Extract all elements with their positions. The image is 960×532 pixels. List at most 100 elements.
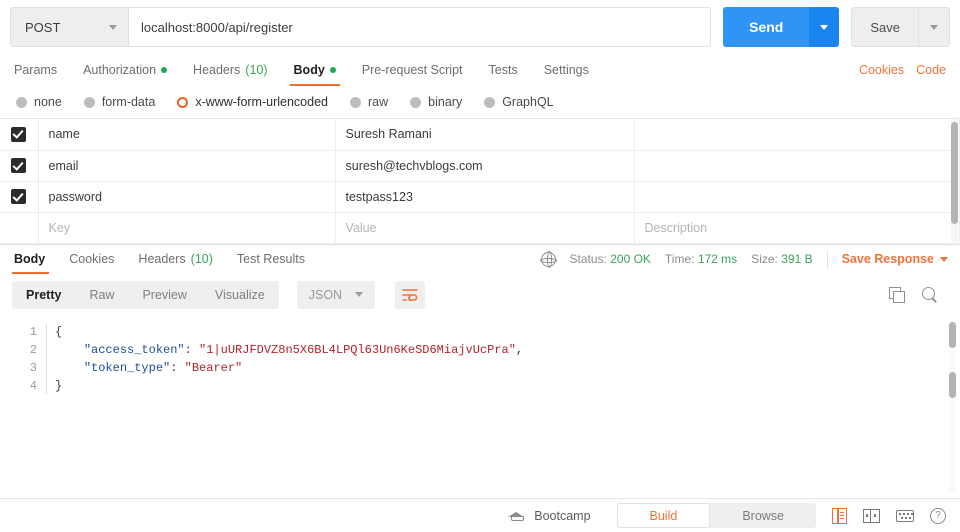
bootcamp-button[interactable]: Bootcamp: [508, 509, 591, 523]
tab-settings[interactable]: Settings: [531, 54, 602, 86]
table-scrollbar-thumb[interactable]: [951, 122, 958, 224]
checkbox-checked-icon[interactable]: [11, 158, 27, 174]
table-row[interactable]: email suresh@techvblogs.com: [0, 150, 960, 182]
tab-params[interactable]: Params: [12, 54, 70, 86]
save-button[interactable]: Save: [851, 7, 918, 47]
response-scrollbar-thumb-bottom[interactable]: [949, 371, 956, 398]
code-line: "token_type": "Bearer": [55, 359, 960, 377]
row-checkbox-cell[interactable]: [0, 150, 39, 182]
row-key-cell[interactable]: email: [38, 150, 336, 182]
tab-label: Params: [14, 63, 58, 77]
row-value-cell[interactable]: Suresh Ramani: [335, 119, 635, 151]
response-tab-body[interactable]: Body: [12, 244, 57, 274]
send-button[interactable]: Send: [723, 7, 810, 47]
response-tab-headers[interactable]: Headers (10): [126, 244, 224, 274]
view-mode-raw[interactable]: Raw: [75, 281, 128, 309]
code-link[interactable]: Code: [916, 63, 946, 77]
time-info: Time: 172 ms: [665, 252, 737, 266]
table-row[interactable]: name Suresh Ramani: [0, 119, 960, 151]
send-options-button[interactable]: [809, 7, 840, 47]
tab-label: Authorization: [83, 63, 157, 77]
response-body-viewer[interactable]: 1 2 3 4 { "access_token": "1|uURJFDVZ8n5…: [0, 315, 960, 498]
body-type-form-data[interactable]: form-data: [83, 95, 156, 109]
postman-window: POST Send Save Params Authorization Head…: [0, 0, 960, 532]
radio-label: none: [34, 95, 62, 109]
radio-icon: [350, 96, 361, 108]
tab-body[interactable]: Body: [281, 54, 349, 86]
table-row-empty[interactable]: Key Value Description: [0, 212, 960, 244]
help-icon[interactable]: ?: [930, 507, 946, 524]
checkbox-checked-icon[interactable]: [11, 126, 27, 142]
code-token: "Bearer": [184, 360, 243, 375]
copy-icon[interactable]: [889, 287, 905, 303]
tab-count-badge: (10): [190, 252, 213, 266]
row-value-cell[interactable]: testpass123: [335, 181, 635, 213]
body-type-urlencoded[interactable]: x-www-form-urlencoded: [177, 95, 328, 109]
time-label: Time:: [664, 252, 695, 266]
view-mode-visualize[interactable]: Visualize: [201, 281, 279, 309]
cookies-link[interactable]: Cookies: [859, 63, 904, 77]
table-row[interactable]: password testpass123: [0, 181, 960, 213]
code-token: :: [170, 360, 185, 375]
word-wrap-icon: [402, 288, 418, 301]
split-pane-icon[interactable]: [863, 508, 880, 523]
response-scrollbar-thumb-top[interactable]: [949, 321, 956, 348]
new-key-input[interactable]: Key: [38, 212, 336, 244]
body-type-none[interactable]: none: [16, 95, 62, 109]
response-view-mode-group: Pretty Raw Preview Visualize: [12, 280, 279, 309]
row-checkbox-cell[interactable]: [0, 119, 39, 151]
row-checkbox-cell[interactable]: [0, 181, 39, 213]
response-tabs-bar: Body Cookies Headers (10) Test Results S…: [0, 243, 960, 274]
code-line: "access_token": "1|uURJFDVZ8n5X6BL4LPQl6…: [55, 341, 960, 359]
tab-tests[interactable]: Tests: [476, 54, 531, 86]
chevron-down-icon: [820, 24, 829, 30]
body-type-radio-group: none form-data x-www-form-urlencoded raw…: [0, 86, 960, 118]
tab-label: Headers: [193, 63, 241, 77]
row-description-cell[interactable]: [634, 181, 960, 213]
code-token: "access_token": [83, 342, 185, 357]
search-icon[interactable]: [922, 286, 938, 303]
globe-icon[interactable]: [540, 251, 558, 269]
size-value: 391 B: [781, 252, 813, 266]
view-mode-pretty[interactable]: Pretty: [12, 281, 75, 309]
save-options-button[interactable]: [918, 7, 950, 47]
tab-label: Headers: [138, 252, 186, 266]
response-format-dropdown[interactable]: JSON: [296, 280, 376, 309]
body-type-graphql[interactable]: GraphQL: [484, 95, 554, 109]
checkbox-checked-icon[interactable]: [11, 189, 27, 205]
body-type-raw[interactable]: raw: [350, 95, 388, 109]
response-format-label: JSON: [308, 287, 343, 302]
row-key-cell[interactable]: name: [38, 119, 336, 151]
radio-label: raw: [368, 95, 389, 109]
http-method-dropdown[interactable]: POST: [10, 7, 128, 47]
save-response-button[interactable]: Save Response: [842, 252, 948, 266]
code-token: ,: [515, 342, 524, 357]
code-lines[interactable]: { "access_token": "1|uURJFDVZ8n5X6BL4LPQ…: [46, 323, 960, 395]
response-tab-test-results[interactable]: Test Results: [225, 244, 317, 274]
new-description-input[interactable]: Description: [634, 212, 960, 244]
row-value-cell[interactable]: suresh@techvblogs.com: [335, 150, 635, 182]
body-type-binary[interactable]: binary: [410, 95, 462, 109]
body-params-table: name Suresh Ramani email suresh@techvblo…: [0, 119, 960, 244]
tab-headers[interactable]: Headers (10): [180, 54, 280, 86]
new-value-input[interactable]: Value: [335, 212, 635, 244]
two-pane-view-icon[interactable]: [832, 507, 847, 524]
build-tab[interactable]: Build: [616, 503, 711, 528]
response-tab-cookies[interactable]: Cookies: [57, 244, 126, 274]
wrap-lines-button[interactable]: [395, 280, 426, 309]
radio-icon: [484, 96, 496, 108]
tab-authorization[interactable]: Authorization: [70, 54, 180, 86]
browse-tab[interactable]: Browse: [710, 503, 816, 528]
radio-label: form-data: [101, 95, 156, 109]
row-key-cell[interactable]: password: [38, 181, 336, 213]
row-description-cell[interactable]: [634, 150, 960, 182]
keyboard-shortcuts-icon[interactable]: [896, 509, 914, 522]
request-url-input[interactable]: [128, 7, 712, 47]
tab-label: Cookies: [69, 252, 115, 266]
request-url-bar: POST Send Save: [0, 0, 960, 54]
tab-pre-request-script[interactable]: Pre-request Script: [349, 54, 476, 86]
row-description-cell[interactable]: [634, 119, 960, 151]
status-value: 200 OK: [610, 252, 651, 266]
view-mode-preview[interactable]: Preview: [128, 281, 200, 309]
